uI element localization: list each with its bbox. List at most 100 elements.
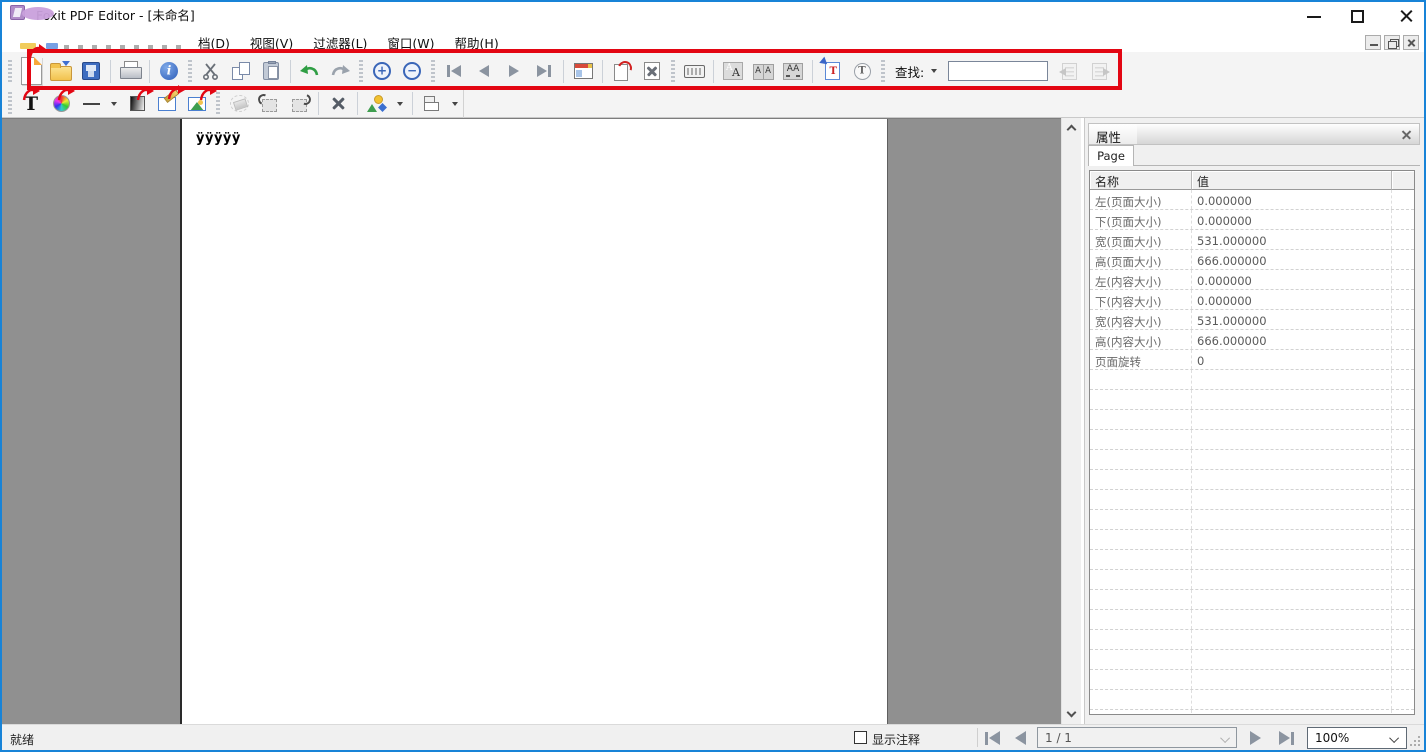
table-row[interactable]: 高(页面大小)666.000000 <box>1090 250 1414 270</box>
toolbar-drag-handle[interactable] <box>671 60 675 83</box>
zoom-level-combo[interactable]: 100% <box>1307 727 1407 749</box>
status-previous-page-button[interactable] <box>1015 731 1026 745</box>
delete-page-button[interactable] <box>637 58 667 84</box>
last-page-button[interactable] <box>529 58 559 84</box>
open-button[interactable] <box>46 58 76 84</box>
pdf-page[interactable]: ÿÿÿÿÿ <box>180 119 888 724</box>
status-next-page-button[interactable] <box>1250 731 1261 745</box>
shapes-button[interactable] <box>362 91 392 117</box>
find-input[interactable] <box>948 61 1048 81</box>
menu-item-document[interactable]: 档(D) <box>188 33 240 52</box>
prop-value: 0.000000 <box>1192 210 1392 229</box>
toolbar-drag-handle[interactable] <box>881 60 885 83</box>
empty-row <box>1090 670 1414 690</box>
column-header-name[interactable]: 名称 <box>1090 171 1192 190</box>
insert-text-button[interactable] <box>817 58 847 84</box>
shapes-caret-icon[interactable] <box>397 102 403 106</box>
copy-button[interactable] <box>226 58 256 84</box>
color-wheel-button[interactable] <box>46 91 76 117</box>
table-row[interactable]: 宽(内容大小)531.000000 <box>1090 310 1414 330</box>
delete-object-button[interactable] <box>323 91 353 117</box>
table-row[interactable]: 左(内容大小)0.000000 <box>1090 270 1414 290</box>
toolbar-drag-handle[interactable] <box>8 60 12 83</box>
prop-value: 666.000000 <box>1192 330 1392 349</box>
print-button[interactable] <box>115 58 145 84</box>
new-document-button[interactable] <box>16 58 46 84</box>
toolbar-drag-handle[interactable] <box>216 92 220 115</box>
letter-spacing-button[interactable]: AA <box>778 58 808 84</box>
child-close-icon[interactable] <box>1403 35 1419 50</box>
close-icon[interactable] <box>1399 9 1414 24</box>
table-row[interactable]: 下(页面大小)0.000000 <box>1090 210 1414 230</box>
font-overlay-button[interactable] <box>718 58 748 84</box>
resize-grip[interactable] <box>1409 735 1421 747</box>
redo-button[interactable] <box>325 58 355 84</box>
zoom-out-button[interactable] <box>397 58 427 84</box>
page-thumbnails-button[interactable] <box>568 58 598 84</box>
prop-name: 左(页面大小) <box>1090 190 1192 209</box>
insert-image-button[interactable] <box>182 91 212 117</box>
scroll-down-icon[interactable] <box>1067 708 1077 718</box>
zoom-in-button[interactable] <box>367 58 397 84</box>
menu-item-filter[interactable]: 过滤器(L) <box>303 33 377 52</box>
vertical-scrollbar[interactable] <box>1061 118 1081 724</box>
child-restore-icon[interactable] <box>1384 35 1400 50</box>
first-page-button[interactable] <box>439 58 469 84</box>
next-page-icon <box>509 65 519 77</box>
status-first-page-button[interactable] <box>985 731 1000 745</box>
tab-page[interactable]: Page <box>1088 145 1134 166</box>
panel-close-icon[interactable] <box>1401 129 1412 140</box>
table-row[interactable]: 左(页面大小)0.000000 <box>1090 190 1414 210</box>
menu-item-window[interactable]: 窗口(W) <box>377 33 444 52</box>
menu-item-view[interactable]: 视图(V) <box>240 33 303 52</box>
prop-extra <box>1392 210 1414 229</box>
menu-item-help[interactable]: 帮助(H) <box>445 33 509 52</box>
rotate-object-right-button[interactable] <box>284 91 314 117</box>
toolbar-drag-handle[interactable] <box>431 60 435 83</box>
paste-button[interactable] <box>256 58 286 84</box>
font-compare-button[interactable] <box>748 58 778 84</box>
gradient-fill-button[interactable] <box>122 91 152 117</box>
arrange-button[interactable] <box>417 91 447 117</box>
zoom-out-icon <box>403 62 421 80</box>
previous-page-button[interactable] <box>469 58 499 84</box>
separator <box>412 92 413 115</box>
arrange-caret-icon[interactable] <box>452 102 458 106</box>
child-minimize-icon[interactable] <box>1365 35 1381 50</box>
document-info-button[interactable] <box>154 58 184 84</box>
next-page-button[interactable] <box>499 58 529 84</box>
text-tool-button[interactable]: T <box>16 91 46 117</box>
toolbar-drag-handle[interactable] <box>8 92 12 115</box>
empty-row <box>1090 710 1414 715</box>
line-style-caret-icon[interactable] <box>111 102 117 106</box>
status-last-page-button[interactable] <box>1279 731 1294 745</box>
virtual-keyboard-button[interactable] <box>679 58 709 84</box>
page-indicator-combo[interactable]: 1 / 1 <box>1037 727 1237 748</box>
document-canvas[interactable]: ÿÿÿÿÿ <box>2 118 1061 724</box>
cut-button[interactable] <box>196 58 226 84</box>
edit-image-button[interactable] <box>152 91 182 117</box>
scroll-up-icon[interactable] <box>1067 125 1077 135</box>
table-row[interactable]: 宽(页面大小)531.000000 <box>1090 230 1414 250</box>
toolbar-drag-handle[interactable] <box>188 60 192 83</box>
line-style-button[interactable] <box>76 91 106 117</box>
maximize-icon[interactable] <box>1351 10 1364 23</box>
rotate-object-left-button[interactable] <box>254 91 284 117</box>
minimize-icon[interactable] <box>1307 16 1321 18</box>
find-dropdown-caret-icon[interactable] <box>931 69 937 73</box>
zoom-level: 100% <box>1315 731 1349 745</box>
text-circle-button[interactable] <box>847 58 877 84</box>
eraser-button[interactable] <box>224 91 254 117</box>
show-annotations-checkbox[interactable] <box>854 731 867 744</box>
empty-row <box>1090 550 1414 570</box>
find-next-button[interactable] <box>1084 58 1114 84</box>
save-button[interactable] <box>76 58 106 84</box>
table-row[interactable]: 下(内容大小)0.000000 <box>1090 290 1414 310</box>
find-previous-button[interactable] <box>1054 58 1084 84</box>
undo-button[interactable] <box>295 58 325 84</box>
table-row[interactable]: 高(内容大小)666.000000 <box>1090 330 1414 350</box>
toolbar-drag-handle[interactable] <box>359 60 363 83</box>
table-row[interactable]: 页面旋转0 <box>1090 350 1414 370</box>
rotate-page-button[interactable] <box>607 58 637 84</box>
column-header-value[interactable]: 值 <box>1192 171 1392 190</box>
